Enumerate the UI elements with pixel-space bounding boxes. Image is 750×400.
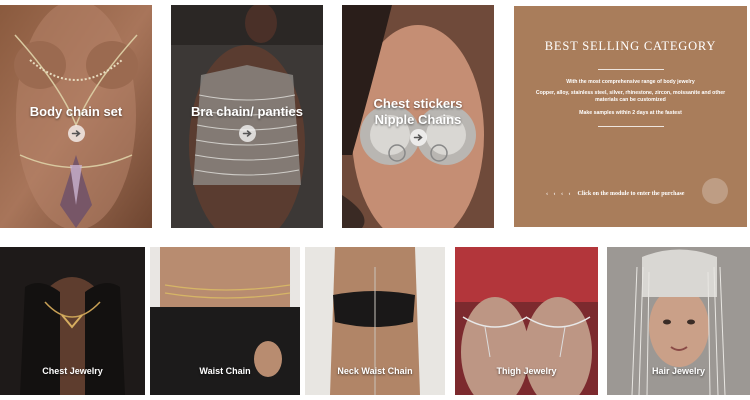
category-tile-bra-chain-panties[interactable]: Bra chain/ panties: [171, 5, 323, 228]
arrow-right-icon[interactable]: [68, 125, 85, 142]
tile-label: Waist Chain: [199, 366, 251, 376]
promo-cta-text: Click on the module to enter the purchas…: [577, 191, 685, 197]
category-tile-chest-jewelry[interactable]: Chest Jewelry: [0, 247, 145, 395]
tile-label: Thigh Jewelry: [496, 366, 557, 376]
chevrons-left-icon: ‹ ‹ ‹ ‹: [546, 191, 573, 197]
promo-text-samples: Make samples within 2 days at the fastes…: [579, 110, 682, 116]
tile-label: Neck Waist Chain: [337, 366, 413, 376]
category-tile-waist-chain[interactable]: Waist Chain: [150, 247, 300, 395]
promo-cta[interactable]: ‹ ‹ ‹ ‹ Click on the module to enter the …: [546, 191, 684, 197]
best-selling-category-panel[interactable]: BEST SELLING CATEGORY With the most comp…: [514, 6, 747, 227]
tile-label: Chest stickers Nipple Chains: [373, 96, 463, 127]
category-tile-thigh-jewelry[interactable]: Thigh Jewelry: [455, 247, 598, 395]
tile-label: Body chain set: [29, 104, 123, 119]
category-tile-neck-waist-chain[interactable]: Neck Waist Chain: [305, 247, 445, 395]
tile-label: Chest Jewelry: [42, 366, 103, 376]
arrow-right-icon[interactable]: [410, 129, 427, 146]
category-tile-chest-stickers[interactable]: Chest stickers Nipple Chains: [342, 5, 494, 228]
tile-label: Hair Jewelry: [651, 366, 706, 376]
promo-text-range: With the most comprehensive range of bod…: [566, 79, 695, 85]
divider: [597, 126, 664, 127]
category-tile-body-chain-set[interactable]: Body chain set: [0, 5, 152, 228]
tile-label: Bra chain/ panties: [191, 104, 303, 119]
category-tile-hair-jewelry[interactable]: Hair Jewelry: [607, 247, 750, 395]
divider: [597, 69, 664, 70]
promo-title: BEST SELLING CATEGORY: [544, 39, 717, 53]
promo-text-materials: Copper, alloy, stainless steel, silver, …: [535, 90, 726, 103]
circle-button[interactable]: [702, 178, 728, 204]
arrow-right-icon[interactable]: [239, 125, 256, 142]
